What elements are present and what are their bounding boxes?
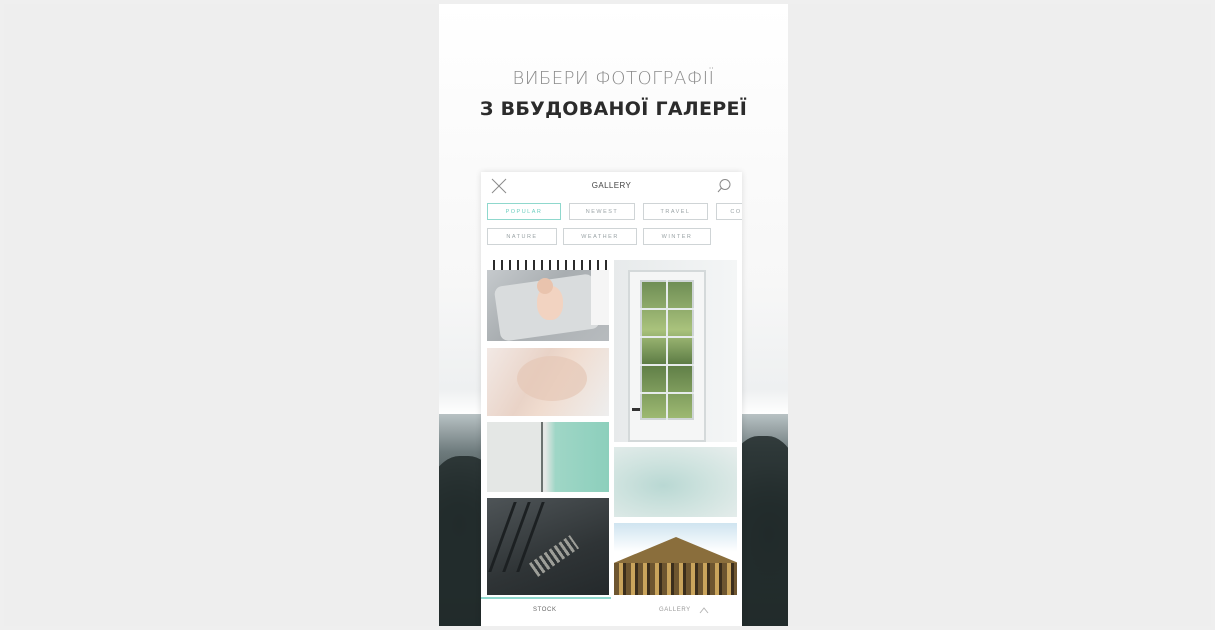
bottom-tabbar: STOCK GALLERY [481, 597, 742, 626]
gallery-title: GALLERY [591, 181, 632, 190]
gallery-topbar: GALLERY [481, 172, 742, 200]
chip-newest[interactable]: NEWEST [569, 203, 635, 220]
search-icon[interactable] [717, 178, 732, 193]
tab-stock[interactable]: STOCK [533, 607, 557, 613]
chip-row-1: POPULAR NEWEST TRAVEL CO [487, 203, 742, 222]
chip-weather[interactable]: WEATHER [563, 228, 637, 245]
chip-row-2: NATURE WEATHER WINTER [487, 228, 742, 247]
category-chips: POPULAR NEWEST TRAVEL CO NATURE WEATHER … [487, 203, 742, 253]
photo-baby[interactable] [487, 260, 609, 341]
chip-travel[interactable]: TRAVEL [643, 203, 708, 220]
photo-sign[interactable] [487, 498, 609, 595]
photo-sky[interactable] [614, 447, 737, 517]
chevron-up-icon[interactable] [699, 606, 709, 614]
chip-winter[interactable]: WINTER [643, 228, 711, 245]
headline-line-2: З ВБУДОВАНОЇ ГАЛЕРЕЇ [479, 98, 748, 120]
photo-pink-texture[interactable] [487, 348, 609, 416]
photo-door[interactable] [614, 260, 737, 442]
active-tab-indicator [481, 597, 611, 599]
photo-mint-wall[interactable] [487, 422, 609, 492]
chip-nature[interactable]: NATURE [487, 228, 557, 245]
headline-line-1: ВИБЕРИ ФОТОГРАФІЇ [512, 68, 715, 89]
chip-co[interactable]: CO [716, 203, 742, 220]
tab-gallery[interactable]: GALLERY [659, 607, 691, 613]
promo-screen: ВИБЕРИ ФОТОГРАФІЇ З ВБУДОВАНОЇ ГАЛЕРЕЇ G… [439, 4, 788, 626]
photo-grid [487, 260, 737, 595]
gallery-card: GALLERY POPULAR NEWEST TRAVEL CO NATURE … [481, 172, 742, 626]
photo-temple[interactable] [614, 523, 737, 595]
chip-popular[interactable]: POPULAR [487, 203, 561, 220]
